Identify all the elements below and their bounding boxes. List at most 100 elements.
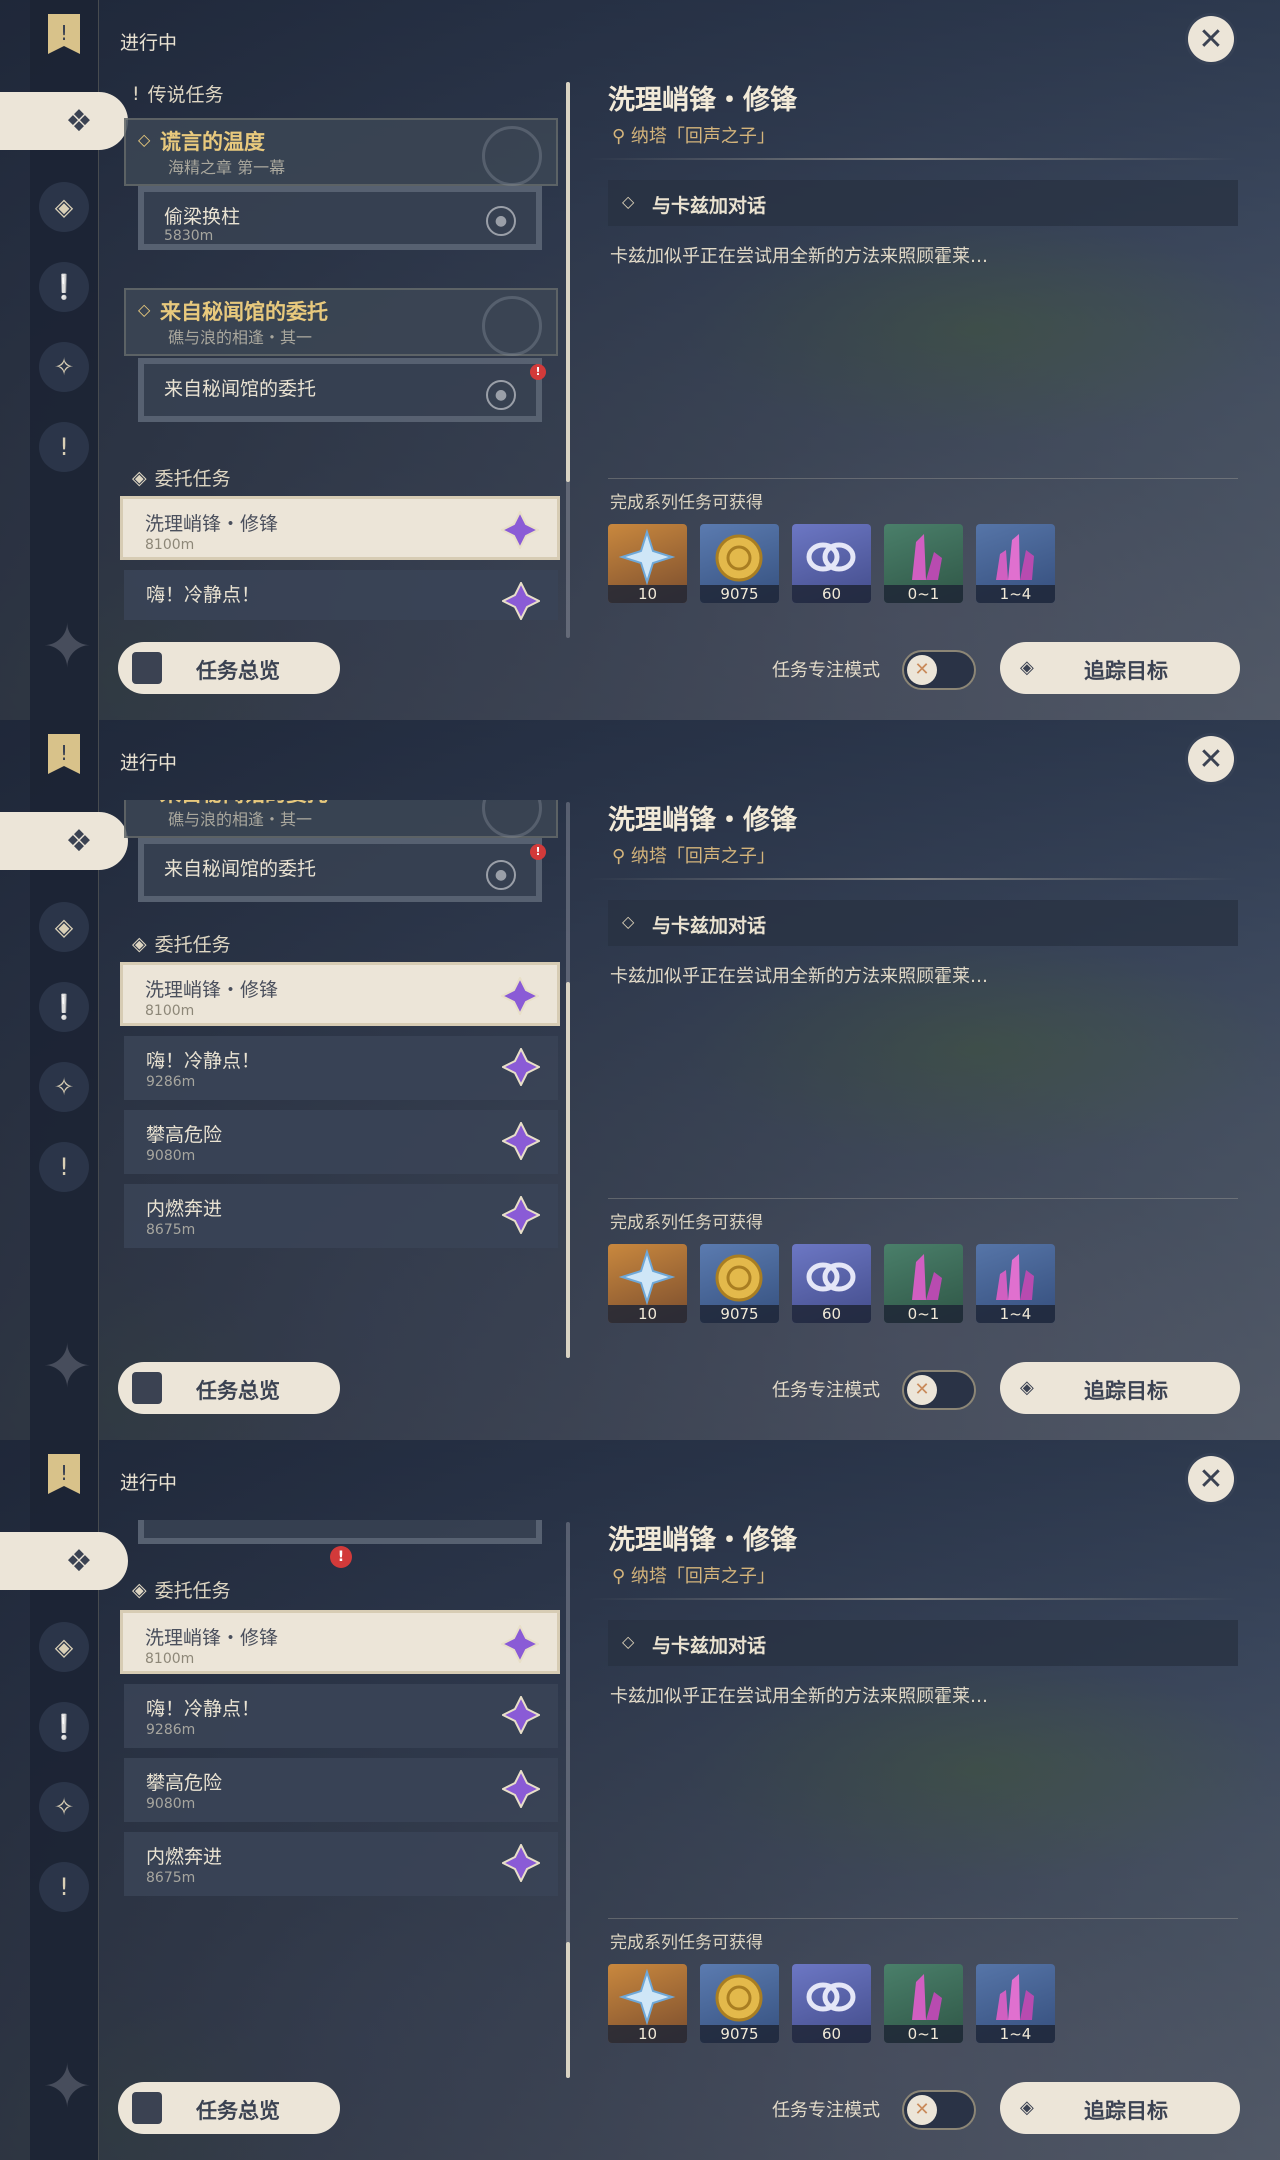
reward-mora[interactable]: 9075 — [700, 1964, 779, 2043]
screen-3: ! ❖ ◈ ❕ ✧ ! ✦ 进行中 ✕ ! ◈ 委托任务 洗理峭锋・修锋 8100… — [0, 1440, 1280, 2160]
quest-overview-button[interactable]: 任务总览 — [118, 642, 340, 694]
commission-item[interactable]: 攀高危险 9080m — [124, 1110, 558, 1174]
quest-overview-button[interactable]: 任务总览 — [118, 1362, 340, 1414]
adventure-exp-icon — [806, 542, 856, 572]
track-objective-button[interactable]: ◈ 追踪目标 — [1000, 2082, 1240, 2134]
sub-quest-2[interactable]: 来自秘闻馆的委托 ● — [138, 838, 542, 902]
legend-quest-2[interactable]: ◇ 来自秘闻馆的委托 礁与浪的相逢・其一 — [124, 288, 558, 356]
reward-adventure-exp[interactable]: 60 — [792, 524, 871, 603]
category-world-quests[interactable]: ✧ — [39, 1782, 89, 1832]
screen-2: ! ❖ ◈ ❕ ✧ ! ✦ 进行中 ✕ 来自秘闻馆的委托 礁与浪的相逢・其一 来… — [0, 720, 1280, 1440]
quest-overview-button[interactable]: 任务总览 — [118, 2082, 340, 2134]
divider — [588, 158, 1238, 160]
commission-icon: ! — [59, 1873, 69, 1901]
sub-quest-2[interactable] — [138, 1520, 542, 1544]
sub-quest-1[interactable]: 偷梁换柱 5830m ● — [138, 186, 542, 250]
scroll-thumb[interactable] — [566, 1942, 570, 2078]
reward-primogem[interactable]: 10 — [608, 1964, 687, 2043]
toggle-off-icon: ✕ — [907, 655, 937, 685]
legend-quest-2[interactable]: 来自秘闻馆的委托 礁与浪的相逢・其一 — [124, 800, 558, 838]
commission-item[interactable]: 攀高危险 9080m — [124, 1758, 558, 1822]
quest-location: ⚲ 纳塔「回声之子」 — [612, 126, 775, 147]
world-icon: ✧ — [53, 353, 75, 381]
legend-quest-1[interactable]: ◇ 谎言的温度 海精之章 第一幕 — [124, 118, 558, 186]
sub-quest-2[interactable]: 来自秘闻馆的委托 ● — [138, 358, 542, 422]
commission-icon: ! — [59, 1153, 69, 1181]
quest-step: ◇ 与卡兹加对话 — [608, 180, 1238, 226]
reward-crystal-chunk[interactable]: 0~1 — [884, 1964, 963, 2043]
location-pin-icon[interactable]: ● — [486, 860, 516, 890]
reward-primogem[interactable]: 10 — [608, 1244, 687, 1323]
category-story-quests[interactable]: ❕ — [39, 1702, 89, 1752]
close-button[interactable]: ✕ — [1188, 1456, 1234, 1502]
commission-item-selected[interactable]: 洗理峭锋・修锋 8100m — [120, 1610, 560, 1674]
category-archon-quests[interactable]: ◈ — [39, 1622, 89, 1672]
close-button[interactable]: ✕ — [1188, 16, 1234, 62]
scroll-thumb[interactable] — [566, 982, 570, 1358]
crystal-cluster-icon — [996, 1254, 1034, 1300]
quest-list-scrollbar[interactable] — [566, 1522, 570, 2078]
commission-item[interactable]: 内燃奔进 8675m — [124, 1184, 558, 1248]
commission-item-selected[interactable]: 洗理峭锋・修锋 8100m — [120, 962, 560, 1026]
reward-primogem[interactable]: 10 — [608, 524, 687, 603]
focus-mode-toggle[interactable]: ✕ — [902, 1370, 976, 1410]
diamond-outline-icon: ◈ — [132, 466, 147, 489]
emblem-icon — [482, 800, 542, 838]
quest-list[interactable]: ! 传说任务 ◇ 谎言的温度 海精之章 第一幕 偷梁换柱 5830m ● ◇ 来自… — [120, 80, 560, 620]
track-objective-button[interactable]: ◈ 追踪目标 — [1000, 1362, 1240, 1414]
reward-mora[interactable]: 9075 — [700, 1244, 779, 1323]
reward-crystal-cluster[interactable]: 1~4 — [976, 524, 1055, 603]
track-objective-button[interactable]: ◈ 追踪目标 — [1000, 642, 1240, 694]
commission-item-selected[interactable]: 洗理峭锋・修锋 8100m — [120, 496, 560, 560]
category-all-quests[interactable]: ❖ — [0, 1532, 128, 1590]
adventure-exp-icon — [806, 1262, 856, 1292]
commission-gem-icon — [502, 1844, 540, 1882]
quest-title: 洗理峭锋・修锋 — [608, 805, 797, 836]
reward-mora[interactable]: 9075 — [700, 524, 779, 603]
commission-gem-icon — [502, 1122, 540, 1160]
bookmark-icon[interactable]: ! — [44, 732, 84, 776]
alert-icon: ! — [530, 364, 546, 380]
category-commissions[interactable]: ! — [39, 422, 89, 472]
quest-location: ⚲ 纳塔「回声之子」 — [612, 1566, 775, 1587]
category-commissions[interactable]: ! — [39, 1142, 89, 1192]
commission-item[interactable]: 嗨！冷静点！ 9286m — [124, 1036, 558, 1100]
category-archon-quests[interactable]: ◈ — [39, 902, 89, 952]
location-pin-icon[interactable]: ● — [486, 206, 516, 236]
category-world-quests[interactable]: ✧ — [39, 1062, 89, 1112]
quest-list-scrollbar[interactable] — [566, 802, 570, 1358]
category-world-quests[interactable]: ✧ — [39, 342, 89, 392]
reward-crystal-chunk[interactable]: 0~1 — [884, 1244, 963, 1323]
commission-item[interactable]: 嗨！冷静点！ 9286m — [124, 1684, 558, 1748]
focus-mode-toggle[interactable]: ✕ — [902, 2090, 976, 2130]
svg-text:!: ! — [60, 21, 68, 45]
category-all-quests[interactable]: ❖ — [0, 92, 128, 150]
mora-icon — [715, 1974, 763, 2022]
scroll-thumb[interactable] — [566, 82, 570, 482]
quest-list-scrollbar[interactable] — [566, 82, 570, 638]
reward-crystal-chunk[interactable]: 0~1 — [884, 524, 963, 603]
location-pin-icon: ⚲ — [612, 1566, 631, 1587]
quest-list[interactable]: ! ◈委托任务 洗理峭锋・修锋 8100m ▶ 嗨！冷静点！ 9286m 攀高危… — [120, 1520, 560, 2060]
bookmark-icon[interactable]: ! — [44, 12, 84, 56]
category-commissions[interactable]: ! — [39, 1862, 89, 1912]
crystal-cluster-icon — [996, 534, 1034, 580]
location-pin-icon[interactable]: ● — [486, 380, 516, 410]
close-button[interactable]: ✕ — [1188, 736, 1234, 782]
reward-adventure-exp[interactable]: 60 — [792, 1964, 871, 2043]
category-all-quests[interactable]: ❖ — [0, 812, 128, 870]
category-story-quests[interactable]: ❕ — [39, 262, 89, 312]
reward-crystal-cluster[interactable]: 1~4 — [976, 1964, 1055, 2043]
location-pin-icon: ⚲ — [612, 126, 631, 147]
commission-gem-icon — [502, 1196, 540, 1234]
reward-adventure-exp[interactable]: 60 — [792, 1244, 871, 1323]
category-archon-quests[interactable]: ◈ — [39, 182, 89, 232]
category-story-quests[interactable]: ❕ — [39, 982, 89, 1032]
focus-mode-toggle[interactable]: ✕ — [902, 650, 976, 690]
reward-crystal-cluster[interactable]: 1~4 — [976, 1244, 1055, 1323]
commission-item[interactable]: 内燃奔进 8675m — [124, 1832, 558, 1896]
bookmark-icon[interactable]: ! — [44, 1452, 84, 1496]
commission-item[interactable]: 嗨！冷静点！ — [124, 570, 558, 620]
reward-list: 10 9075 60 0~1 1~4 — [608, 1964, 1055, 2043]
quest-list[interactable]: 来自秘闻馆的委托 礁与浪的相逢・其一 来自秘闻馆的委托 ● ! ◈委托任务 洗理… — [120, 800, 560, 1340]
